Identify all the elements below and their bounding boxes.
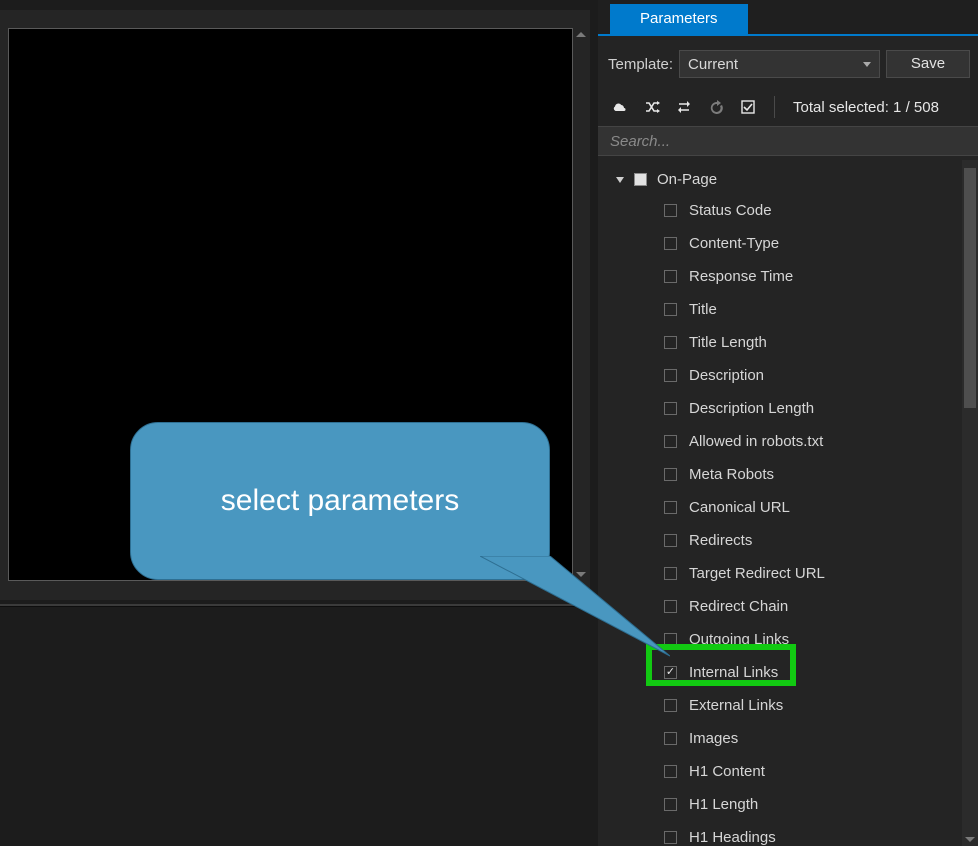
redo-icon[interactable]: [708, 99, 724, 115]
save-button[interactable]: Save: [886, 50, 970, 78]
item-checkbox[interactable]: [664, 732, 677, 745]
tree-item[interactable]: Content-Type: [598, 227, 962, 260]
tree-container: On-Page Status Code Content-Type Response …: [598, 160, 978, 846]
item-label: H1 Headings: [689, 829, 776, 846]
tree-item[interactable]: Redirects: [598, 524, 962, 557]
item-label: Outgoing Links: [689, 631, 789, 648]
tree-item[interactable]: Response Time: [598, 260, 962, 293]
scroll-down-icon[interactable]: [965, 837, 975, 842]
item-checkbox[interactable]: [664, 666, 677, 679]
search-input[interactable]: Search...: [598, 126, 978, 156]
item-checkbox[interactable]: [664, 369, 677, 382]
tree-item[interactable]: Title Length: [598, 326, 962, 359]
tree-item[interactable]: Internal Links: [598, 656, 962, 689]
template-selected-value: Current: [688, 56, 738, 73]
item-label: Title Length: [689, 334, 767, 351]
tree-item[interactable]: H1 Content: [598, 755, 962, 788]
tree-item[interactable]: Meta Robots: [598, 458, 962, 491]
tree-item[interactable]: H1 Headings: [598, 821, 962, 846]
item-label: H1 Content: [689, 763, 765, 780]
item-label: Allowed in robots.txt: [689, 433, 823, 450]
item-label: Internal Links: [689, 664, 778, 681]
item-checkbox[interactable]: [664, 831, 677, 844]
item-label: Meta Robots: [689, 466, 774, 483]
item-label: Description: [689, 367, 764, 384]
tree-item[interactable]: Redirect Chain: [598, 590, 962, 623]
item-checkbox[interactable]: [664, 303, 677, 316]
item-label: Description Length: [689, 400, 814, 417]
toolbar: Total selected: 1 / 508: [598, 92, 978, 126]
item-label: Images: [689, 730, 738, 747]
check-all-icon[interactable]: [740, 99, 756, 115]
item-checkbox[interactable]: [664, 402, 677, 415]
item-checkbox[interactable]: [664, 270, 677, 283]
cloud-icon[interactable]: [612, 99, 628, 115]
tree-item[interactable]: Description Length: [598, 392, 962, 425]
item-checkbox[interactable]: [664, 237, 677, 250]
item-label: Target Redirect URL: [689, 565, 825, 582]
tree-item[interactable]: Status Code: [598, 194, 962, 227]
item-checkbox[interactable]: [664, 468, 677, 481]
scroll-up-icon[interactable]: [576, 32, 586, 37]
group-checkbox[interactable]: [634, 173, 647, 186]
item-checkbox[interactable]: [664, 699, 677, 712]
tree-item[interactable]: Allowed in robots.txt: [598, 425, 962, 458]
group-label: On-Page: [657, 171, 717, 188]
swap-icon[interactable]: [676, 99, 692, 115]
scrollbar-thumb[interactable]: [964, 168, 976, 408]
item-label: Status Code: [689, 202, 772, 219]
item-label: Content-Type: [689, 235, 779, 252]
shuffle-icon[interactable]: [644, 99, 660, 115]
template-row: Template: Current Save: [598, 36, 978, 92]
scroll-down-icon[interactable]: [576, 572, 586, 577]
tree-scrollbar[interactable]: [962, 160, 978, 846]
item-checkbox[interactable]: [664, 633, 677, 646]
tree-item[interactable]: External Links: [598, 689, 962, 722]
toolbar-divider: [774, 96, 775, 118]
tree-item[interactable]: H1 Length: [598, 788, 962, 821]
item-label: Redirects: [689, 532, 752, 549]
template-select[interactable]: Current: [679, 50, 880, 78]
template-label: Template:: [608, 56, 673, 73]
item-checkbox[interactable]: [664, 204, 677, 217]
total-selected-text: Total selected: 1 / 508: [793, 99, 968, 116]
item-label: Title: [689, 301, 717, 318]
viewport-scrollbar[interactable]: [573, 29, 589, 580]
item-label: Response Time: [689, 268, 793, 285]
tree-item[interactable]: Title: [598, 293, 962, 326]
callout-bubble: select parameters: [130, 422, 550, 580]
item-checkbox[interactable]: [664, 798, 677, 811]
tree-item[interactable]: Target Redirect URL: [598, 557, 962, 590]
tab-parameters[interactable]: Parameters: [610, 4, 748, 34]
tree-item[interactable]: Canonical URL: [598, 491, 962, 524]
item-checkbox[interactable]: [664, 534, 677, 547]
item-checkbox[interactable]: [664, 600, 677, 613]
tree-item[interactable]: Description: [598, 359, 962, 392]
item-label: External Links: [689, 697, 783, 714]
item-label: Redirect Chain: [689, 598, 788, 615]
tree-item[interactable]: Outgoing Links: [598, 623, 962, 656]
item-checkbox[interactable]: [664, 336, 677, 349]
item-label: H1 Length: [689, 796, 758, 813]
item-checkbox[interactable]: [664, 765, 677, 778]
callout-text: select parameters: [221, 484, 459, 518]
item-checkbox[interactable]: [664, 567, 677, 580]
tree-item[interactable]: Images: [598, 722, 962, 755]
tab-strip: Parameters: [598, 0, 978, 36]
parameters-panel: Parameters Template: Current Save: [598, 0, 978, 846]
chevron-down-icon: [616, 177, 624, 183]
item-label: Canonical URL: [689, 499, 790, 516]
toolbar-icons: [612, 99, 756, 115]
chevron-down-icon: [863, 62, 871, 67]
tree-group-on-page[interactable]: On-Page: [598, 164, 962, 194]
panel-divider: [0, 604, 594, 607]
item-checkbox[interactable]: [664, 501, 677, 514]
parameter-tree[interactable]: On-Page Status Code Content-Type Response …: [598, 160, 962, 846]
item-checkbox[interactable]: [664, 435, 677, 448]
